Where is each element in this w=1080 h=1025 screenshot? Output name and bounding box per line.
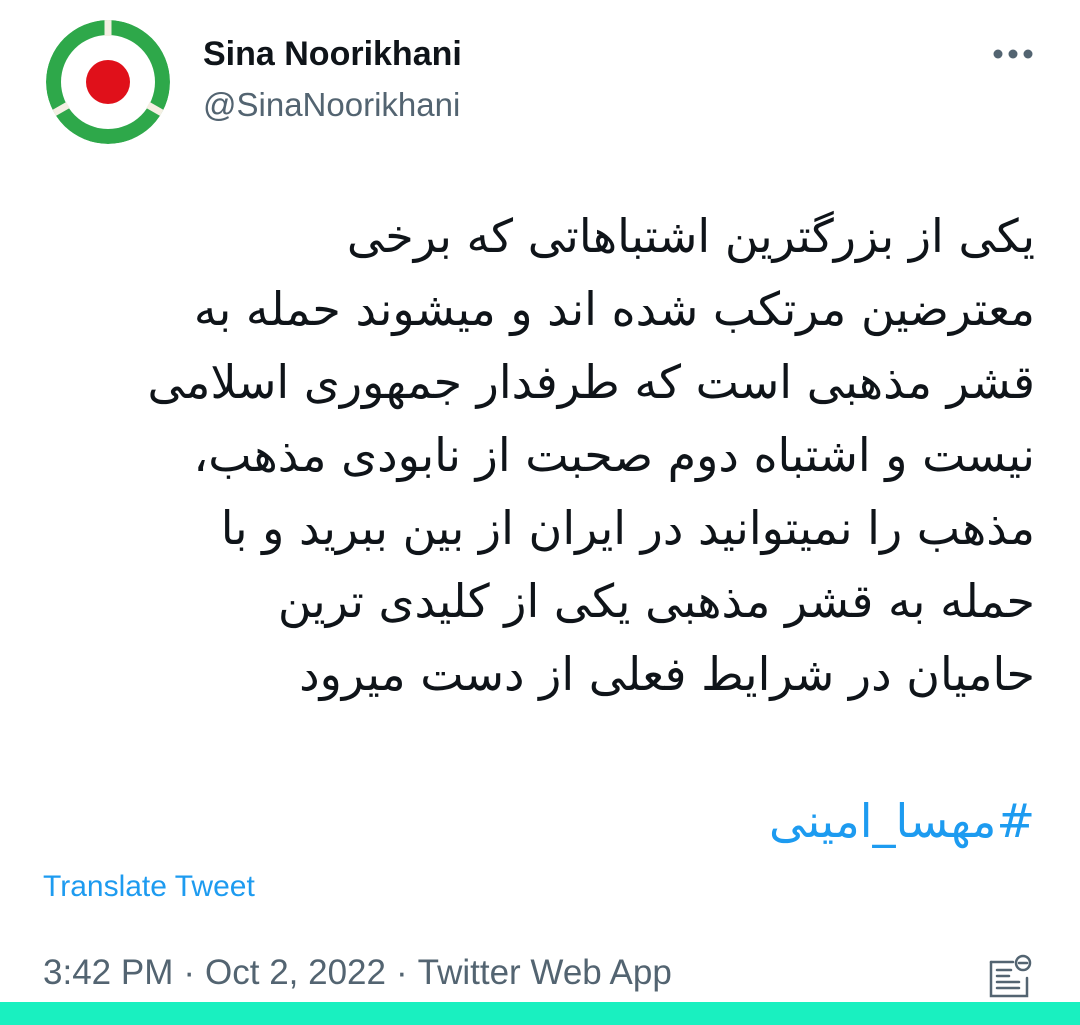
display-name[interactable]: Sina Noorikhani <box>203 34 462 74</box>
ellipsis-icon <box>993 49 1033 59</box>
avatar[interactable] <box>46 20 170 144</box>
tweet-text-line: حامیان در شرایط فعلی از دست میرود <box>299 647 1035 701</box>
tweet-metadata: 3:42 PM · Oct 2, 2022 · Twitter Web App <box>43 951 672 995</box>
view-analytics-button[interactable] <box>987 952 1035 1000</box>
tweet-text-line: مذهب را نمیتوانید در ایران از بین ببرید … <box>220 501 1035 555</box>
meta-separator: · <box>395 953 408 992</box>
tweet-text: یکی از بزرگترین اشتباهاتی که برخی معترضی… <box>35 200 1035 711</box>
translate-tweet-link[interactable]: Translate Tweet <box>43 868 255 906</box>
analytics-icon <box>989 954 1032 998</box>
tweet-text-line: معترضین مرتکب شده اند و میشوند حمله به <box>193 282 1035 336</box>
tweet-text-line: حمله به قشر مذهبی یکی از کلیدی ترین <box>277 574 1035 628</box>
tweet-text-line: نیست و اشتباه دوم صحبت از نابودی مذهب، <box>193 428 1035 482</box>
meta-separator: · <box>183 953 196 992</box>
tweet-source-link[interactable]: Twitter Web App <box>418 953 672 992</box>
bottom-accent-bar <box>0 1002 1080 1025</box>
hashtag-link[interactable]: #مهسا_امینی <box>769 785 1035 858</box>
tweet-text-line: قشر مذهبی است که طرفدار جمهوری اسلامی <box>147 355 1035 409</box>
more-options-button[interactable] <box>986 34 1040 74</box>
user-handle[interactable]: @SinaNoorikhani <box>203 85 460 125</box>
tweet-date[interactable]: Oct 2, 2022 <box>205 953 386 992</box>
roundel-icon <box>46 20 170 144</box>
tweet-text-line: یکی از بزرگترین اشتباهاتی که برخی <box>346 209 1035 263</box>
tweet-time[interactable]: 3:42 PM <box>43 953 173 992</box>
